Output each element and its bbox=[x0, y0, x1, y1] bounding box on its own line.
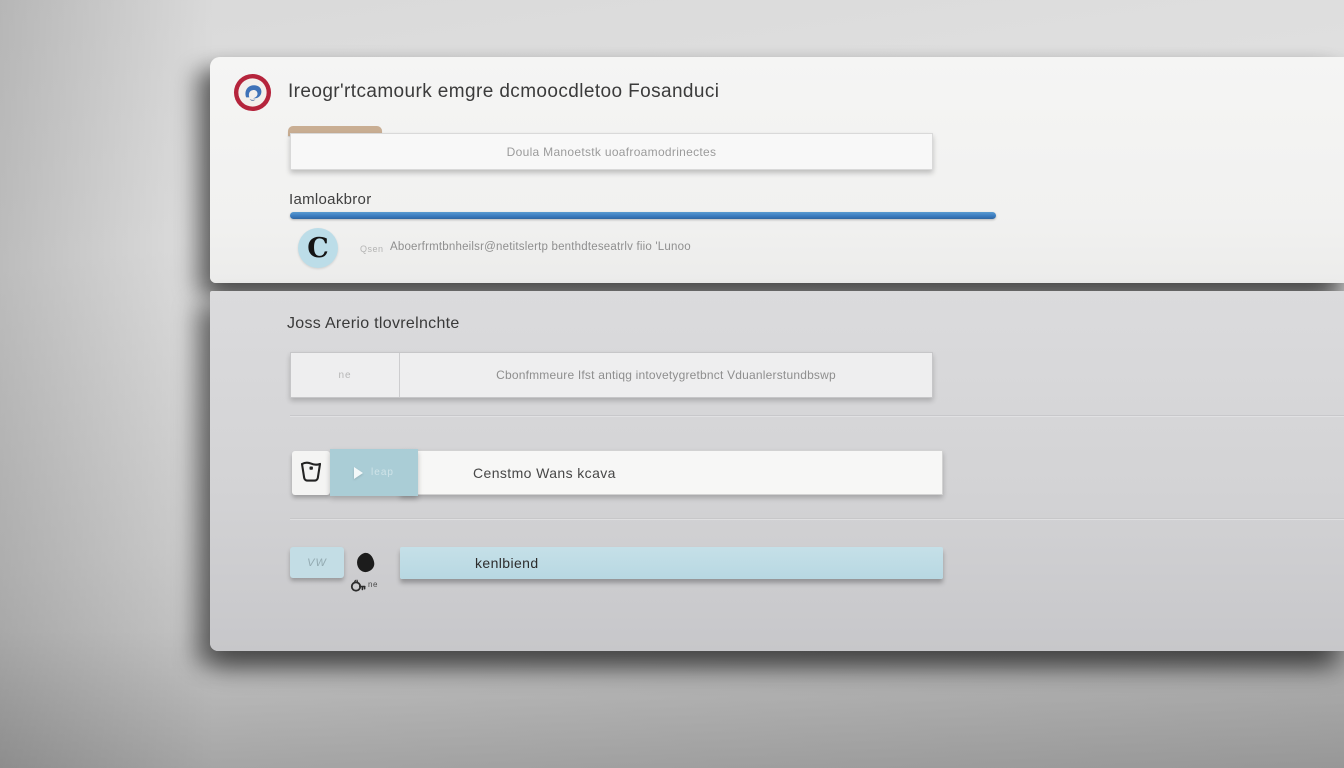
keyblend-bar-label: kenlbiend bbox=[475, 555, 539, 571]
field-label: Iamloakbror bbox=[289, 191, 372, 208]
play-button[interactable]: leap bbox=[330, 449, 418, 496]
note-small-label: Qsen bbox=[360, 244, 384, 254]
avatar: C bbox=[298, 228, 338, 268]
custom-name-input[interactable]: Censtmo Wans kcava bbox=[400, 450, 943, 495]
key-icon-label: ne bbox=[368, 580, 378, 589]
vw-chip-label: VW bbox=[307, 557, 327, 569]
custom-name-value: Censtmo Wans kcava bbox=[473, 465, 616, 481]
key-icon bbox=[350, 578, 367, 600]
bottom-card: Joss Arerio tlovrelnchte ne Cbonfmmeure … bbox=[210, 291, 1344, 651]
confirm-input-placeholder: Cbonfmmeure Ifst antiqg intovetygretbnct… bbox=[400, 353, 932, 397]
key-icon-group: ne bbox=[350, 578, 378, 600]
vw-chip-button[interactable]: VW bbox=[290, 547, 344, 578]
page-title: Ireogr'rtcamourk emgre dcmoocdletoo Fosa… bbox=[288, 81, 719, 103]
accent-underline-bar bbox=[290, 212, 996, 219]
basket-button[interactable] bbox=[292, 451, 330, 495]
play-button-label: leap bbox=[371, 467, 394, 478]
basket-icon bbox=[299, 458, 323, 489]
note-text: Aboerfrmtbnheilsr@netitslertp benthdtese… bbox=[390, 241, 691, 253]
keyblend-bar-button[interactable]: kenlbiend bbox=[400, 547, 943, 579]
main-search-input[interactable]: Doula Manoetstk uoafroamodrinectes bbox=[290, 133, 933, 170]
play-icon bbox=[354, 467, 363, 479]
divider bbox=[290, 518, 1344, 520]
confirm-input[interactable]: ne Cbonfmmeure Ifst antiqg intovetygretb… bbox=[290, 352, 933, 398]
top-card: Ireogr'rtcamourk emgre dcmoocdletoo Fosa… bbox=[210, 57, 1344, 283]
avatar-letter: C bbox=[307, 233, 329, 264]
section-heading: Joss Arerio tlovrelnchte bbox=[287, 315, 460, 333]
desktop-background: Ireogr'rtcamourk emgre dcmoocdletoo Fosa… bbox=[0, 0, 1344, 768]
main-search-placeholder: Doula Manoetstk uoafroamodrinectes bbox=[507, 145, 717, 159]
app-logo-icon bbox=[233, 73, 272, 112]
confirm-input-prefix: ne bbox=[291, 353, 400, 397]
blob-icon bbox=[355, 551, 376, 573]
divider bbox=[290, 415, 1344, 417]
